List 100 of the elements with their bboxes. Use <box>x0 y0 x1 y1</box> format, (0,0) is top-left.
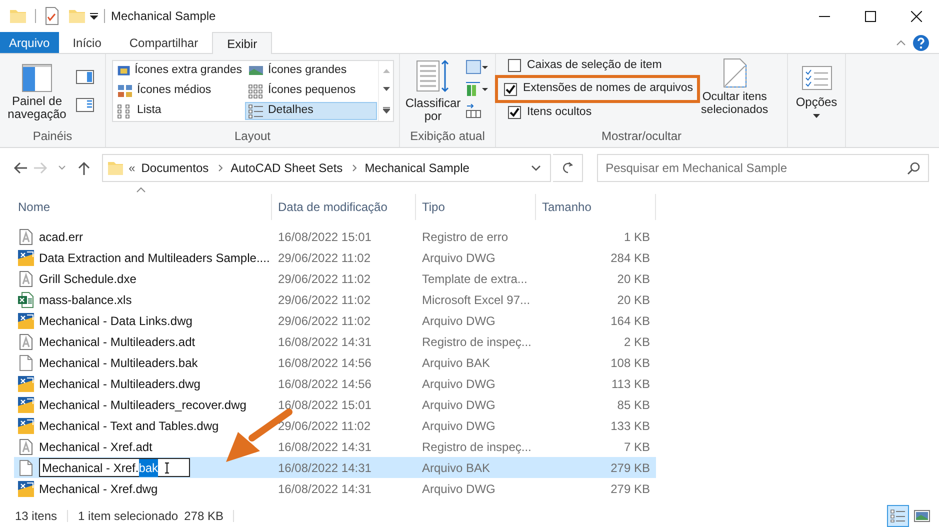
group-by-icon[interactable] <box>466 60 488 76</box>
overflow-chevron[interactable]: « <box>128 159 136 177</box>
file-row[interactable]: Mechanical - Text and Tables.dwg 29/06/2022 11:02 Arquivo DWG 133 KB <box>14 415 656 436</box>
breadcrumb[interactable]: Documentos <box>141 159 209 177</box>
type-cell-text: Registro de erro <box>421 228 510 246</box>
breadcrumb[interactable]: AutoCAD Sheet Sets <box>230 159 343 177</box>
file-row[interactable]: Mechanical - Multileaders.dwg 16/08/2022 14:56 Arquivo DWG 113 KB <box>14 373 656 394</box>
type-cell-text: Registro de inspeç... <box>421 334 532 350</box>
view-icon <box>117 84 133 98</box>
ribbon-tab[interactable]: Início <box>58 32 116 53</box>
fit-columns-icon[interactable] <box>466 104 482 118</box>
date-cell-text: 16/08/2022 14:31 <box>277 334 372 350</box>
ribbon-tab[interactable]: Arquivo <box>0 32 59 53</box>
sort-by-button[interactable]: Classificar por <box>404 58 462 123</box>
group-label: Exibição atual <box>409 128 486 145</box>
checkbox-option[interactable]: Caixas de seleção de item <box>502 56 694 75</box>
breadcrumb[interactable]: Mechanical Sample <box>364 159 470 177</box>
file-name: mass-balance.xls <box>39 292 132 308</box>
check-icon <box>509 107 520 118</box>
new-folder-icon <box>68 7 86 25</box>
file-row[interactable]: Mechanical - Multileaders.adt 16/08/2022 14:31 Registro de inspeç... 2 KB <box>14 331 656 352</box>
date-cell-text: 16/08/2022 14:56 <box>277 354 372 372</box>
size-cell-text: 133 KB <box>610 418 651 434</box>
hide-selected-button[interactable]: Ocultar itens selecionados <box>701 56 768 117</box>
view-icon <box>248 84 264 98</box>
dropdown-icon <box>90 12 98 20</box>
file-row[interactable]: mass-balance.xls 29/06/2022 11:02 Microsoft Excel 97... 20 KB <box>14 289 656 310</box>
file-row[interactable]: Mechanical - Xref.bak 16/08/2022 14:31 Arquivo BAK 279 KB <box>14 457 656 478</box>
expand-gallery-icon[interactable] <box>382 106 390 114</box>
size-cell-text: 279 KB <box>610 460 651 476</box>
folder-icon <box>106 159 123 177</box>
layout-option[interactable]: Ícones pequenos <box>245 82 377 100</box>
type-cell-text: Arquivo DWG <box>421 250 496 266</box>
selection-size: 278 KB <box>184 508 224 525</box>
file-row[interactable]: Mechanical - Xref.dwg 16/08/2022 14:31 Arquivo DWG 279 KB <box>14 478 656 499</box>
type-cell-text: Arquivo DWG <box>421 312 496 330</box>
type-cell-text: Arquivo BAK <box>421 354 492 372</box>
file-row[interactable]: Grill Schedule.dxe 29/06/2022 11:02 Template de extra... 20 KB <box>14 268 656 289</box>
caret-icon <box>813 114 820 119</box>
rename-field[interactable]: Mechanical - Xref.bak <box>39 458 190 477</box>
search-field[interactable]: Pesquisar em Mechanical Sample <box>596 154 930 182</box>
layout-option[interactable]: Ícones extra grandes <box>114 62 245 80</box>
date-cell-text: 29/06/2022 11:02 <box>277 418 372 434</box>
file-name: Mechanical - Multileaders.adt <box>39 334 196 350</box>
close-icon <box>910 10 922 22</box>
sort-icon <box>416 58 450 94</box>
file-row[interactable]: Mechanical - Xref.adt 16/08/2022 14:31 Registro de inspeç... 7 KB <box>14 436 656 457</box>
layout-option[interactable]: Ícones médios <box>114 82 245 100</box>
file-row[interactable]: Mechanical - Multileaders.bak 16/08/2022 14:56 Arquivo BAK 108 KB <box>14 352 656 373</box>
layout-option[interactable]: Lista <box>114 102 245 120</box>
checkbox[interactable] <box>504 82 517 96</box>
refresh-button[interactable] <box>553 154 583 182</box>
options-button[interactable]: Opções <box>788 54 845 119</box>
details-pane-icon[interactable] <box>76 98 94 112</box>
size-cell-text: 2 KB <box>622 334 651 350</box>
view-toggle[interactable] <box>887 505 909 527</box>
up-icon <box>76 160 92 176</box>
type-cell-text: Arquivo DWG <box>421 418 496 434</box>
column-header[interactable]: Data de modificação <box>272 194 416 220</box>
size-cell-text: 20 KB <box>616 292 651 308</box>
selection-count: 1 item selecionado <box>78 508 178 525</box>
column-header[interactable]: Tamanho <box>536 194 656 220</box>
layout-option[interactable]: Ícones grandes <box>245 62 377 80</box>
size-cell-text: 85 KB <box>616 396 651 414</box>
size-cell-text: 7 KB <box>622 438 651 456</box>
check-icon <box>505 84 516 94</box>
checkbox[interactable] <box>508 59 521 72</box>
type-cell-text: Registro de inspeç... <box>421 438 532 456</box>
ribbon-tab[interactable]: Exibir <box>212 32 272 54</box>
maximize-icon <box>864 10 876 22</box>
type-cell-text: Arquivo BAK <box>421 460 492 476</box>
size-cell-text: 113 KB <box>610 376 651 392</box>
column-header[interactable]: Nome <box>14 194 272 220</box>
file-name: Mechanical - Xref.dwg <box>39 480 158 498</box>
navigation-pane-button[interactable]: Painel de navegação <box>4 58 70 121</box>
file-row[interactable]: acad.err 16/08/2022 15:01 Registro de erro 1 KB <box>14 226 656 247</box>
checkbox-option[interactable]: Itens ocultos <box>502 103 694 122</box>
column-header[interactable]: Tipo <box>416 194 536 220</box>
type-cell-text: Arquivo DWG <box>421 480 496 498</box>
checkbox-option[interactable]: Extensões de nomes de arquivos <box>498 78 698 100</box>
checkbox[interactable] <box>508 106 521 119</box>
chevron-icon <box>350 164 359 172</box>
dwg-file-icon <box>18 250 34 266</box>
layout-option[interactable]: Detalhes <box>245 102 377 120</box>
file-name: Mechanical - Multileaders.bak <box>39 354 198 372</box>
address-bar[interactable]: « Documentos AutoCAD Sheet Sets Mechanical Sample <box>102 154 552 182</box>
date-cell-text: 16/08/2022 14:31 <box>277 438 372 456</box>
add-columns-icon[interactable] <box>466 82 488 98</box>
ribbon-tab[interactable]: Compartilhar <box>115 32 212 53</box>
date-cell-text: 29/06/2022 11:02 <box>277 292 372 308</box>
window-title: Mechanical Sample <box>111 8 216 25</box>
file-row[interactable]: Mechanical - Multileaders_recover.dwg 16/08/2022 15:01 Arquivo DWG 85 KB <box>14 394 656 415</box>
dwg-file-icon <box>18 480 34 496</box>
pane-icon <box>22 64 52 92</box>
file-row[interactable]: Data Extraction and Multileaders Sample.... 29/06/2022 11:02 Arquivo DWG 284 KB <box>14 247 656 268</box>
file-row[interactable]: Mechanical - Data Links.dwg 29/06/2022 11:02 Arquivo DWG 164 KB <box>14 310 656 331</box>
view-icon <box>117 64 131 78</box>
preview-pane-icon[interactable] <box>76 70 94 84</box>
scroll-down-icon[interactable] <box>382 87 390 92</box>
type-cell-text: Arquivo DWG <box>421 376 496 392</box>
